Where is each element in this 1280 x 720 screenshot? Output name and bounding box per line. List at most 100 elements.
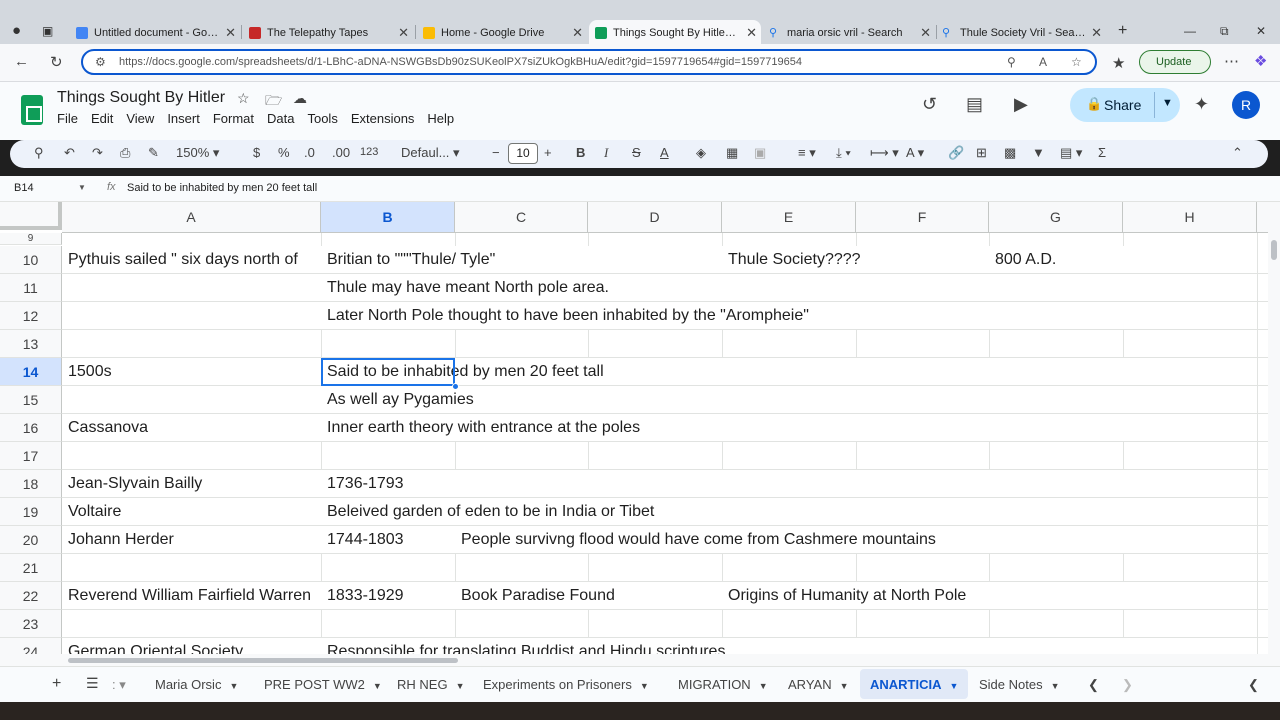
font-size-increase-button[interactable]: +	[544, 145, 552, 160]
copilot-icon[interactable]: ❖	[1254, 52, 1267, 70]
text-rotation-icon[interactable]: A ▾	[906, 145, 924, 161]
sheet-tab-experiments[interactable]: Experiments on Prisoners ▼	[483, 677, 649, 692]
url-text[interactable]: https://docs.google.com/spreadsheets/d/1…	[119, 56, 802, 68]
cell-a18[interactable]: Jean-Slyvain Bailly	[62, 470, 321, 497]
url-bar[interactable]: ⚙ https://docs.google.com/spreadsheets/d…	[81, 49, 1097, 75]
cell-c20[interactable]: People survivng flood would have come fr…	[455, 526, 1257, 553]
favorites-icon[interactable]: ★	[1112, 54, 1125, 72]
cell-b11[interactable]: Thule may have meant North pole area.	[321, 274, 1257, 301]
name-box-dropdown-icon[interactable]: ▼	[78, 183, 86, 192]
cell-g10[interactable]: 800 A.D.	[989, 246, 1257, 273]
increase-decimal-button[interactable]: .00	[332, 145, 350, 160]
name-box[interactable]: B14	[14, 182, 34, 194]
spreadsheet-grid[interactable]: A B C D E F G H 9 10 Pythuis sailed " six…	[0, 202, 1268, 654]
column-header-c[interactable]: C	[455, 202, 588, 233]
font-select[interactable]: Defaul... ▾	[401, 145, 460, 161]
back-icon[interactable]: ←	[14, 53, 29, 70]
cell-e22[interactable]: Origins of Humanity at North Pole	[722, 582, 1257, 609]
filter-icon[interactable]: ▼	[1032, 145, 1045, 160]
cell-b24[interactable]: Responsible for translating Buddist and …	[321, 638, 1257, 654]
close-tab-icon[interactable]: ✕	[572, 25, 583, 41]
paint-format-icon[interactable]: ✎	[148, 145, 159, 161]
cell-b15[interactable]: As well ay Pygamies	[321, 386, 1257, 413]
close-tab-icon[interactable]: ✕	[225, 25, 236, 41]
cell-a22[interactable]: Reverend William Fairfield Warren	[62, 582, 321, 609]
star-icon[interactable]: ☆	[237, 90, 250, 107]
percent-format-button[interactable]: %	[278, 145, 290, 160]
sheet-tab-migration[interactable]: MIGRATION ▼	[678, 677, 768, 692]
text-wrapping-icon[interactable]: ⟼ ▾	[870, 145, 899, 161]
row-header-14[interactable]: 14	[0, 358, 62, 386]
strikethrough-button[interactable]: S	[632, 145, 641, 160]
sheet-tab-partial[interactable]: : ▾	[112, 677, 126, 693]
fill-color-icon[interactable]: ◈	[696, 145, 706, 161]
menu-data[interactable]: Data	[267, 111, 294, 126]
version-history-icon[interactable]: ↺	[922, 94, 937, 115]
cell-a19[interactable]: Voltaire	[62, 498, 321, 525]
redo-icon[interactable]: ↷	[92, 145, 103, 161]
cell-c22[interactable]: Book Paradise Found	[455, 582, 722, 609]
bookmark-star-icon[interactable]: ☆	[1071, 55, 1082, 69]
sheet-tab-anarticia[interactable]: ANARTICIA ▼	[860, 669, 969, 699]
cell-b18[interactable]: 1736-1793	[321, 470, 1257, 497]
row-header-20[interactable]: 20	[0, 526, 62, 554]
close-tab-icon[interactable]: ✕	[1091, 25, 1102, 41]
avatar[interactable]: R	[1232, 91, 1260, 119]
cell-a24[interactable]: German Oriental Society	[62, 638, 321, 654]
row-header-19[interactable]: 19	[0, 498, 62, 526]
italic-button[interactable]: I	[604, 145, 608, 161]
restore-icon[interactable]: ⧉	[1220, 24, 1229, 39]
functions-icon[interactable]: Σ	[1098, 145, 1106, 160]
column-header-g[interactable]: G	[989, 202, 1123, 233]
row-header-13[interactable]: 13	[0, 330, 62, 358]
cell-a14[interactable]: 1500s	[62, 358, 321, 385]
row-header-17[interactable]: 17	[0, 442, 62, 470]
comments-icon[interactable]: ▤	[966, 94, 983, 115]
row-header-22[interactable]: 22	[0, 582, 62, 610]
menu-view[interactable]: View	[126, 111, 154, 126]
zoom-icon[interactable]: ⚲	[1007, 55, 1016, 69]
column-header-h[interactable]: H	[1123, 202, 1257, 233]
column-header-b[interactable]: B	[321, 202, 455, 233]
formula-input[interactable]: Said to be inhabited by men 20 feet tall	[127, 182, 317, 194]
row-header-11[interactable]: 11	[0, 274, 62, 302]
collapse-toolbar-icon[interactable]: ⌃	[1232, 145, 1243, 161]
browser-tab-drive[interactable]: Home - Google Drive ✕	[417, 21, 587, 45]
scroll-tabs-right-icon[interactable]: ❯	[1122, 677, 1133, 693]
menu-tools[interactable]: Tools	[307, 111, 337, 126]
filter-views-icon[interactable]: ▤ ▾	[1060, 145, 1082, 161]
row-header-12[interactable]: 12	[0, 302, 62, 330]
row-header-24[interactable]: 24	[0, 638, 62, 654]
close-tab-icon[interactable]: ✕	[398, 25, 409, 41]
tab-actions-icon[interactable]: ▣	[42, 24, 53, 38]
row-header-15[interactable]: 15	[0, 386, 62, 414]
row-header-10[interactable]: 10	[0, 246, 62, 274]
browser-tab-thule-search[interactable]: ⚲ Thule Society Vril - Search Im ✕	[938, 21, 1106, 45]
menu-insert[interactable]: Insert	[167, 111, 200, 126]
all-sheets-icon[interactable]: ☰	[86, 675, 99, 692]
row-header-21[interactable]: 21	[0, 554, 62, 582]
vertical-align-icon[interactable]: ⤓ ▾	[836, 145, 851, 161]
column-header-d[interactable]: D	[588, 202, 722, 233]
sheet-tab-pre-post-ww2[interactable]: PRE POST WW2 ▼	[264, 677, 382, 692]
sheet-tab-aryan[interactable]: ARYAN ▼	[788, 677, 849, 692]
borders-icon[interactable]: ▦	[726, 145, 738, 161]
zoom-select[interactable]: 150% ▾	[176, 145, 219, 161]
insert-chart-icon[interactable]: ▩	[1004, 145, 1016, 161]
cell-b12[interactable]: Later North Pole thought to have been in…	[321, 302, 1257, 329]
update-button[interactable]: Update	[1139, 50, 1211, 74]
menu-file[interactable]: File	[57, 111, 78, 126]
search-menus-icon[interactable]: ⚲	[34, 145, 44, 161]
scroll-tabs-left-icon[interactable]: ❮	[1088, 677, 1099, 693]
close-window-icon[interactable]: ✕	[1256, 24, 1266, 38]
decrease-decimal-button[interactable]: .0	[304, 145, 315, 160]
cell-a10[interactable]: Pythuis sailed " six days north of	[62, 246, 321, 273]
sheet-tab-rh-neg[interactable]: RH NEG ▼	[397, 677, 464, 692]
minimize-icon[interactable]: —	[1184, 24, 1196, 38]
read-aloud-icon[interactable]: A	[1039, 55, 1047, 69]
row-header-18[interactable]: 18	[0, 470, 62, 498]
close-tab-icon[interactable]: ✕	[746, 25, 757, 41]
sheets-logo-icon[interactable]	[21, 95, 43, 125]
row-header-16[interactable]: 16	[0, 414, 62, 442]
close-tab-icon[interactable]: ✕	[920, 25, 931, 41]
